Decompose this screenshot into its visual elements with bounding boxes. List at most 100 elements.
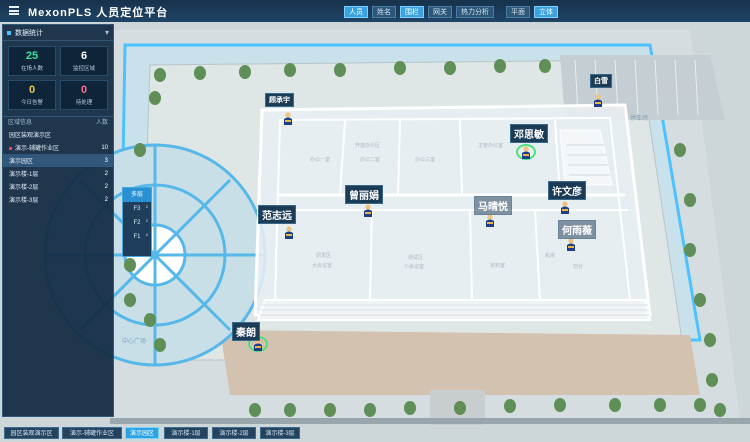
view-tab[interactable]: 人员: [344, 6, 368, 18]
person-name-label[interactable]: 曾丽娟: [345, 185, 383, 204]
person-name-label[interactable]: 马晴悦: [474, 196, 512, 215]
worker-avatar-icon: [485, 214, 495, 227]
view-toggle-bar: 人员 姓名 围栏 网关 热力分析 平面 立体: [344, 6, 558, 18]
area-tab-bar: 园区装观演示区 演示-辅罐作业区 演示园区 演示楼-1层 演示楼-2层 演示楼-3层: [0, 424, 750, 442]
view-tab[interactable]: 网关: [428, 6, 452, 18]
floor-button[interactable]: F1 2: [123, 230, 151, 244]
area-row[interactable]: 演示园区 3: [3, 154, 113, 167]
stats-panel: 数据统计 ▾ 25 在场人数 6 监控区域 0 今日告警 0 待处理 区域信息 …: [2, 24, 114, 417]
worker-avatar-icon: [521, 146, 531, 159]
area-column-header: 区域信息: [8, 120, 33, 126]
stat-label: 监控区域: [72, 66, 95, 72]
worker-avatar-icon: [363, 204, 373, 217]
floor-person-count: 2: [145, 204, 148, 209]
tree-icon: [694, 293, 706, 307]
area-name: 演示楼-2层: [9, 185, 39, 191]
view-tab[interactable]: 姓名: [372, 6, 396, 18]
area-row[interactable]: 演示楼-1层 2: [3, 167, 113, 180]
panel-title: 数据统计: [15, 29, 43, 37]
tree-icon: [704, 333, 716, 347]
area-tab[interactable]: 演示楼-1层: [164, 427, 208, 439]
tree-icon: [706, 373, 718, 387]
collapse-icon[interactable]: ▾: [105, 28, 109, 37]
tree-icon: [124, 293, 136, 307]
tree-icon: [249, 403, 261, 417]
person-name-label[interactable]: 范志远: [258, 205, 296, 224]
tree-icon: [194, 66, 206, 80]
tree-icon: [444, 61, 456, 75]
tree-icon: [684, 243, 696, 257]
room-archive: 资料室: [490, 263, 506, 269]
tree-icon: [124, 258, 136, 272]
area-tab[interactable]: 演示-辅罐作业区: [62, 427, 122, 439]
area-count: 2: [104, 196, 108, 203]
area-row[interactable]: 演示楼-3层 2: [3, 193, 113, 206]
view-tab[interactable]: 热力分析: [456, 6, 494, 18]
worker-avatar-icon: [566, 238, 576, 251]
tree-icon: [404, 401, 416, 415]
area-name: 演示-辅罐作业区: [15, 146, 59, 152]
tree-icon: [364, 403, 376, 417]
building-model: [253, 103, 652, 321]
floor-selector: 多层 F3 2 F2 2 F1 2: [122, 187, 152, 257]
room-office-2: 办公二室: [360, 157, 381, 163]
person-name-label[interactable]: 白雪: [590, 74, 612, 88]
person-name-label[interactable]: 秦朗: [232, 322, 260, 341]
area-count: 10: [101, 144, 108, 151]
tree-icon: [239, 65, 251, 79]
room-office-3: 办公三室: [415, 157, 436, 163]
tree-icon: [654, 398, 666, 412]
area-row[interactable]: 园区装观演示区: [3, 128, 113, 141]
person-name-label[interactable]: 何雨薇: [558, 220, 596, 239]
tree-icon: [134, 143, 146, 157]
tree-icon: [609, 398, 621, 412]
area-tab[interactable]: 演示楼-2层: [212, 427, 256, 439]
person-name-label[interactable]: 顾承宇: [265, 93, 294, 107]
worker-avatar-icon: [560, 201, 570, 214]
room-meeting-small: 小会议室: [404, 264, 425, 270]
stat-monitor-zones[interactable]: 6 监控区域: [60, 46, 108, 76]
stat-alarms-today[interactable]: 0 今日告警: [8, 80, 56, 110]
tree-icon: [324, 403, 336, 417]
person-name-label[interactable]: 许文彦: [548, 181, 586, 200]
area-row[interactable]: 演示楼-2层 2: [3, 180, 113, 193]
parking-label: 停车场: [630, 116, 649, 122]
tree-icon: [149, 91, 161, 105]
tree-icon: [539, 59, 551, 73]
stat-value: 0: [28, 84, 36, 96]
person-name-label[interactable]: 邓思敏: [510, 124, 548, 143]
room-test: 测试区: [408, 255, 424, 261]
floor-person-count: 2: [145, 218, 148, 223]
room-reception: 前台: [573, 264, 584, 270]
area-tab[interactable]: 演示楼-3层: [260, 427, 300, 439]
area-tab[interactable]: 园区装观演示区: [4, 427, 59, 439]
tree-icon: [674, 143, 686, 157]
top-bar: MexonPLS 人员定位平台 人员 姓名 围栏 网关 热力分析 平面 立体: [0, 0, 750, 22]
tree-icon: [504, 399, 516, 413]
map-stage[interactable]: 开放办公区 办公一室 办公二室 办公三室 主管办公室 研发区 大会议室 测试区 …: [0, 0, 750, 442]
area-table-header: 区域信息 人数: [3, 116, 113, 128]
area-row[interactable]: 演示-辅罐作业区 10: [3, 141, 113, 154]
area-name: 演示楼-1层: [9, 172, 39, 178]
room-meeting-large: 大会议室: [312, 263, 333, 269]
stat-value: 0: [80, 84, 88, 96]
area-name: 演示园区: [9, 159, 34, 165]
view-tab[interactable]: 立体: [534, 6, 558, 18]
room-server: 机房: [545, 253, 556, 259]
stat-value: 6: [80, 50, 88, 62]
stat-present-count[interactable]: 25 在场人数: [8, 46, 56, 76]
tree-icon: [394, 61, 406, 75]
tree-icon: [554, 398, 566, 412]
floor-label: F2: [133, 220, 141, 226]
view-tab[interactable]: 平面: [506, 6, 530, 18]
alert-dot-icon: [9, 146, 12, 150]
area-list: 园区装观演示区 演示-辅罐作业区 10 演示园区 3 演示楼-1层 2 演示楼-2层 2 演示楼-…: [3, 128, 113, 206]
tree-icon: [454, 401, 466, 415]
tree-icon: [284, 403, 296, 417]
menu-icon[interactable]: [9, 6, 19, 15]
area-tab[interactable]: 演示园区: [125, 427, 159, 439]
stat-pending[interactable]: 0 待处理: [60, 80, 108, 110]
view-tab[interactable]: 围栏: [400, 6, 424, 18]
app-title: MexonPLS 人员定位平台: [28, 7, 169, 19]
tree-icon: [144, 313, 156, 327]
